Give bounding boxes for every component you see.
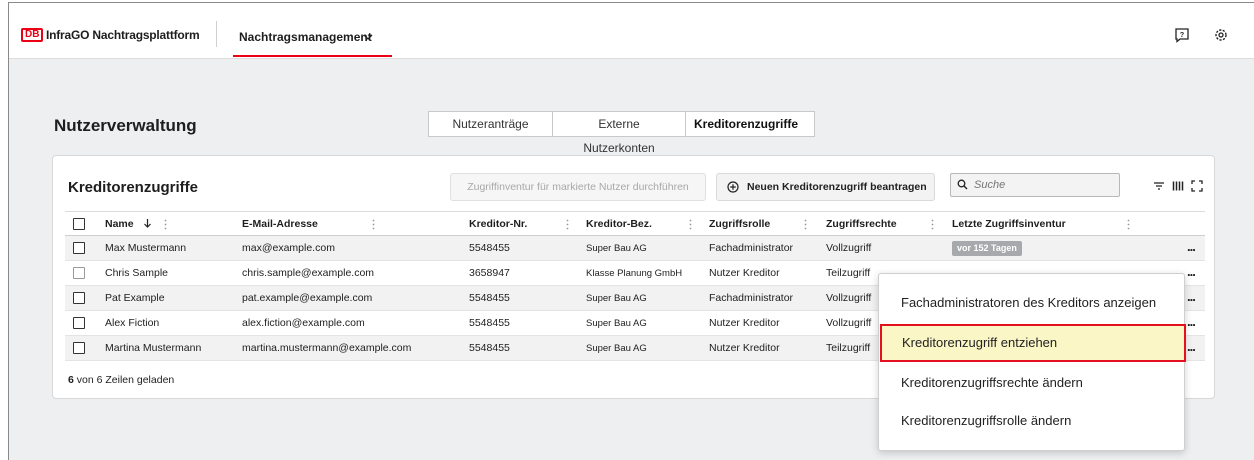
row-actions-button[interactable]: ... — [1187, 286, 1196, 311]
columns-icon[interactable] — [1172, 180, 1184, 192]
row-actions-button[interactable]: ... — [1187, 236, 1196, 261]
cell-name: Pat Example — [105, 292, 165, 304]
inventur-badge: vor 152 Tagen — [952, 241, 1022, 256]
column-header-letzte-inventur[interactable]: Letzte Zugriffsinventur — [952, 212, 1066, 237]
row-checkbox[interactable] — [73, 267, 85, 279]
new-access-label: Neuen Kreditorenzugriff beantragen — [747, 181, 927, 193]
cell-zugriffsrechte: Vollzugriff — [826, 242, 872, 254]
column-header-kreditor-bez[interactable]: Kreditor-Bez. — [586, 212, 652, 237]
svg-text:?: ? — [1180, 32, 1184, 39]
search-input[interactable] — [974, 177, 1114, 193]
app-title[interactable]: InfraGO Nachtragsplattform — [46, 28, 200, 42]
cell-zugriffsrechte: Teilzugriff — [826, 267, 871, 279]
nav-tab-nachtragsmanagement[interactable]: Nachtragsmanagement — [233, 19, 392, 59]
cell-zugriffsrolle: Nutzer Kreditor — [709, 267, 780, 279]
tab-nutzerantraege[interactable]: Nutzeranträge — [429, 112, 553, 136]
view-tabs: Nutzeranträge Externe Nutzerkonten Kredi… — [428, 111, 815, 155]
app-window: DB InfraGO Nachtragsplattform Nachtragsm… — [8, 2, 1254, 460]
search-field[interactable] — [950, 173, 1120, 197]
cell-email: pat.example@example.com — [242, 292, 373, 304]
column-header-email[interactable]: E-Mail-Adresse — [242, 212, 318, 237]
gear-icon[interactable] — [1213, 27, 1229, 43]
search-icon — [957, 179, 968, 190]
cell-zugriffsrechte: Teilzugriff — [826, 342, 871, 354]
menu-item-zugriff-entziehen[interactable]: Kreditorenzugriff entziehen — [880, 324, 1186, 362]
column-header-kreditor-nr[interactable]: Kreditor-Nr. — [469, 212, 527, 237]
column-menu-icon[interactable] — [1127, 219, 1130, 230]
column-header-zugriffsrechte[interactable]: Zugriffsrechte — [826, 212, 897, 237]
cell-kreditor-nr: 5548455 — [469, 342, 510, 354]
filter-icon[interactable] — [1153, 180, 1165, 192]
menu-item-rolle-aendern[interactable]: Kreditorenzugriffsrolle ändern — [879, 402, 1184, 440]
cell-email: alex.fiction@example.com — [242, 317, 365, 329]
feedback-icon[interactable]: ? — [1174, 27, 1190, 43]
sort-arrow-down-icon[interactable] — [143, 218, 152, 228]
menu-item-rechte-aendern[interactable]: Kreditorenzugriffsrechte ändern — [879, 364, 1184, 402]
cell-name: Alex Fiction — [105, 317, 160, 329]
cell-kreditor-bez: Super Bau AG — [586, 318, 647, 329]
fullscreen-icon[interactable] — [1191, 180, 1203, 192]
cell-email: martina.mustermann@example.com — [242, 342, 412, 354]
cell-kreditor-nr: 5548455 — [469, 242, 510, 254]
select-all-checkbox[interactable] — [73, 218, 85, 230]
new-access-button[interactable]: Neuen Kreditorenzugriff beantragen — [716, 173, 935, 201]
column-menu-icon[interactable] — [164, 219, 167, 230]
cell-kreditor-nr: 3658947 — [469, 267, 510, 279]
top-bar: DB InfraGO Nachtragsplattform Nachtragsm… — [9, 3, 1254, 59]
nav-tab-label: Nachtragsmanagement — [239, 30, 372, 44]
chevron-down-icon — [363, 34, 373, 40]
row-checkbox[interactable] — [73, 342, 85, 354]
cell-zugriffsrolle: Fachadministrator — [709, 242, 794, 254]
cell-name: Max Mustermann — [105, 242, 187, 254]
active-tab-indicator — [233, 55, 392, 57]
row-actions-button[interactable]: ... — [1187, 336, 1196, 361]
cell-letzte-inventur: vor 152 Tagen — [952, 236, 1022, 261]
row-checkbox[interactable] — [73, 242, 85, 254]
tab-kreditorenzugriffe[interactable]: Kreditorenzugriffe — [686, 112, 814, 136]
cell-zugriffsrolle: Fachadministrator — [709, 292, 794, 304]
cell-zugriffsrechte: Vollzugriff — [826, 317, 872, 329]
top-separator — [216, 21, 217, 47]
cell-kreditor-nr: 5548455 — [469, 317, 510, 329]
column-menu-icon[interactable] — [689, 219, 692, 230]
column-menu-icon[interactable] — [566, 219, 569, 230]
table-row[interactable]: Max Mustermann max@example.com 5548455 S… — [65, 236, 1205, 261]
cell-zugriffsrolle: Nutzer Kreditor — [709, 342, 780, 354]
page-title: Nutzerverwaltung — [54, 116, 197, 135]
row-actions-button[interactable]: ... — [1187, 261, 1196, 286]
cell-kreditor-bez: Super Bau AG — [586, 293, 647, 304]
db-logo: DB — [21, 28, 44, 42]
inventur-button[interactable]: Zugriffinventur für markierte Nutzer dur… — [450, 173, 706, 201]
row-context-menu: Fachadministratoren des Kreditors anzeig… — [878, 273, 1186, 451]
column-menu-icon[interactable] — [372, 219, 375, 230]
cell-name: Martina Mustermann — [105, 342, 202, 354]
row-checkbox[interactable] — [73, 317, 85, 329]
column-menu-icon[interactable] — [931, 219, 934, 230]
row-actions-button[interactable]: ... — [1187, 311, 1196, 336]
cell-kreditor-bez: Klasse Planung GmbH — [586, 268, 683, 279]
cell-kreditor-bez: Super Bau AG — [586, 343, 647, 354]
cell-email: chris.sample@example.com — [242, 267, 375, 279]
column-header-zugriffsrolle[interactable]: Zugriffsrolle — [709, 212, 770, 237]
rows-loaded-status: 6 von 6 Zeilen geladen — [68, 374, 175, 386]
cell-zugriffsrolle: Nutzer Kreditor — [709, 317, 780, 329]
tab-externe-nutzerkonten[interactable]: Externe Nutzerkonten — [553, 112, 686, 155]
table-header-row: Name E-Mail-Adresse Kreditor-Nr. Kredito… — [65, 211, 1205, 236]
cell-email: max@example.com — [242, 242, 335, 254]
plus-circle-icon — [727, 181, 739, 193]
cell-zugriffsrechte: Vollzugriff — [826, 292, 872, 304]
row-checkbox[interactable] — [73, 292, 85, 304]
column-header-name[interactable]: Name — [105, 212, 152, 237]
card-title: Kreditorenzugriffe — [68, 179, 199, 196]
menu-item-fachadministratoren[interactable]: Fachadministratoren des Kreditors anzeig… — [879, 284, 1184, 322]
column-menu-icon[interactable] — [804, 219, 807, 230]
cell-kreditor-bez: Super Bau AG — [586, 243, 647, 254]
cell-kreditor-nr: 5548455 — [469, 292, 510, 304]
cell-name: Chris Sample — [105, 267, 169, 279]
